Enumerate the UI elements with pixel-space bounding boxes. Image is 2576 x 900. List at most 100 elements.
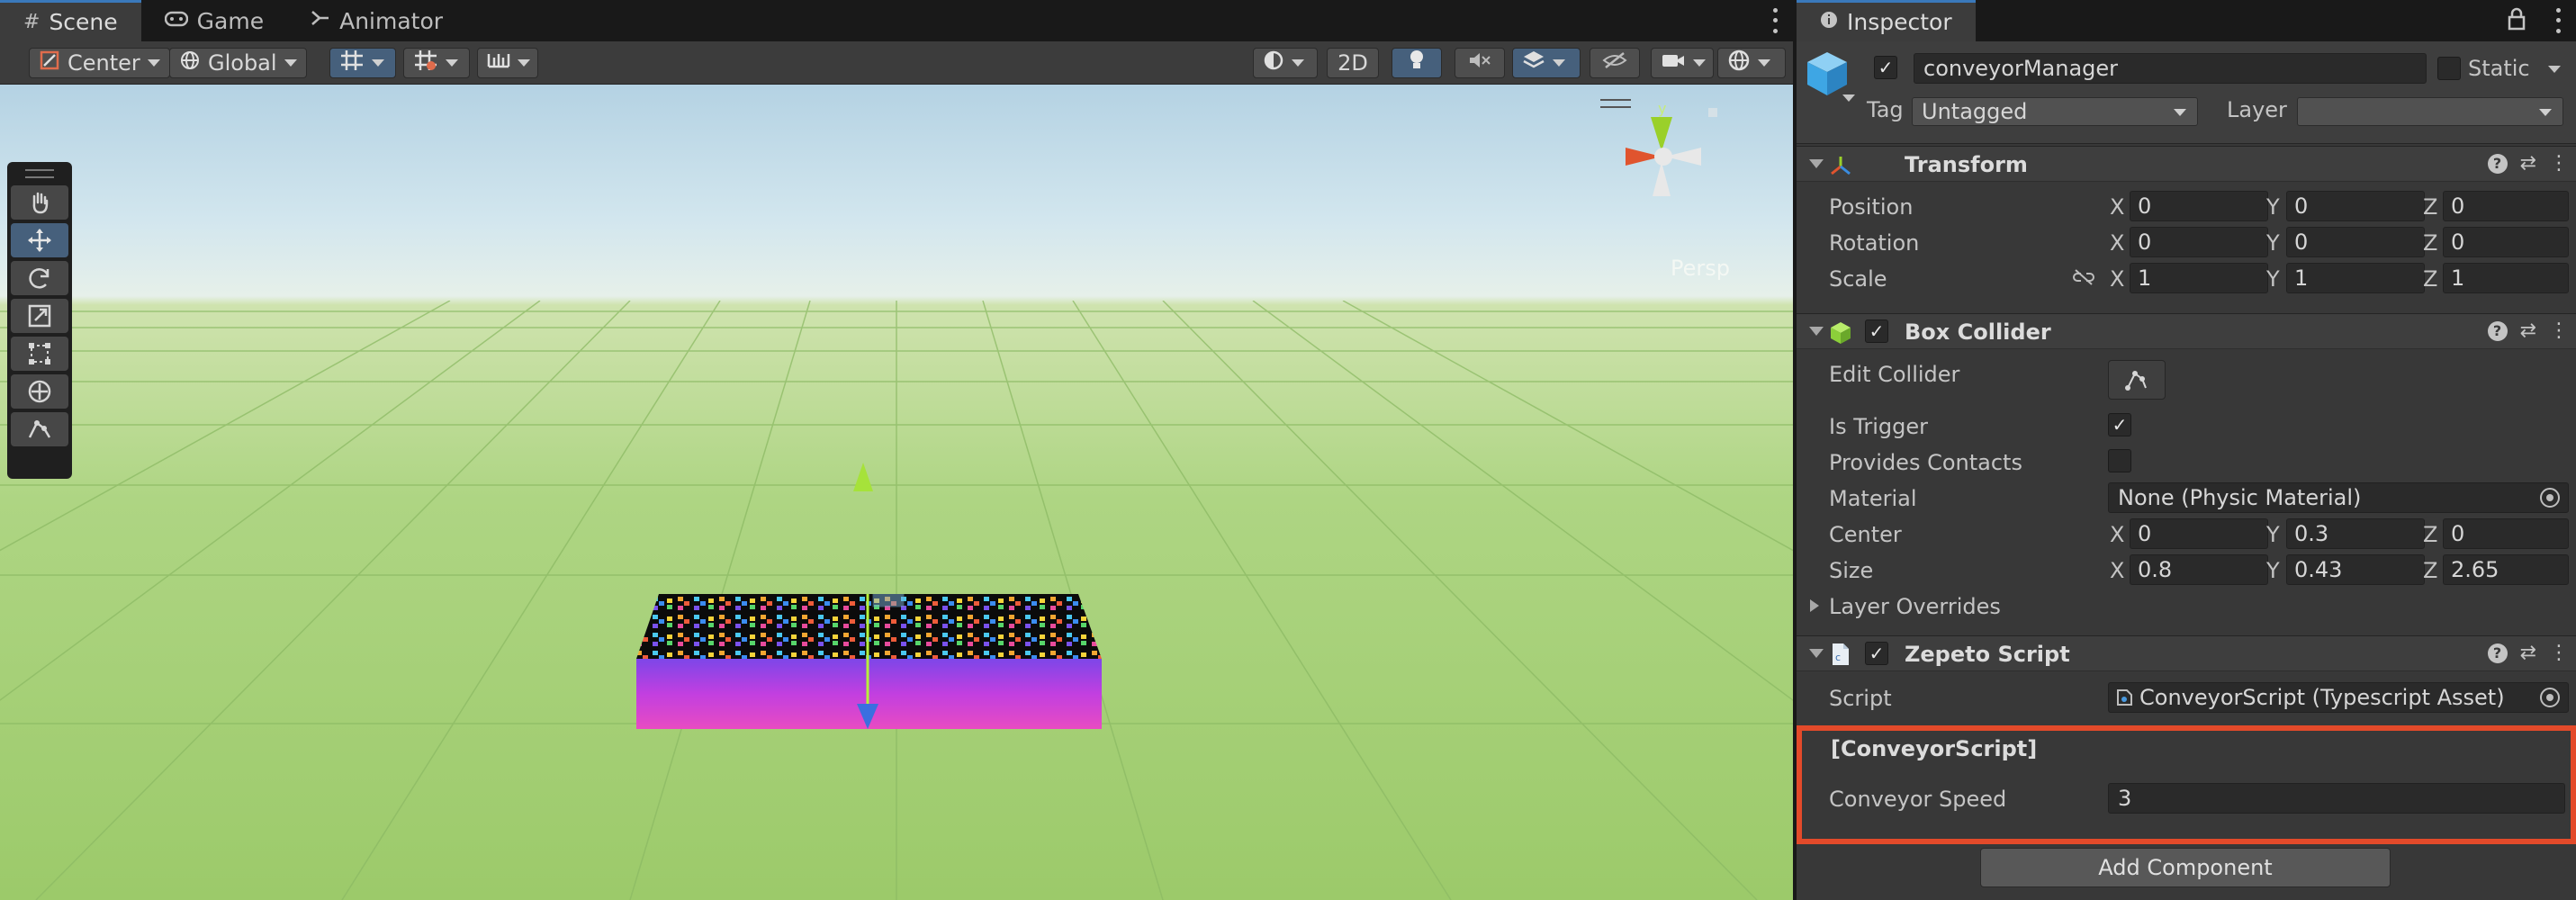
space-dropdown[interactable]: Global bbox=[169, 48, 307, 78]
transform-header[interactable]: Transform ? ⇄ ⋮ bbox=[1797, 146, 2576, 182]
conveyor-speed-label: Conveyor Speed bbox=[1829, 787, 2007, 812]
shading-mode-dropdown[interactable] bbox=[1253, 48, 1318, 78]
scale-y-field[interactable]: 1 bbox=[2286, 263, 2425, 293]
ruler-button[interactable] bbox=[477, 48, 538, 78]
zepeto-script-enabled-checkbox[interactable]: ✓ bbox=[1865, 642, 1888, 665]
gizmo-globe-icon bbox=[1727, 49, 1751, 77]
toggle-2d-button[interactable]: 2D bbox=[1327, 48, 1379, 78]
help-icon[interactable]: ? bbox=[2487, 643, 2508, 663]
size-x-field[interactable]: 0.8 bbox=[2130, 554, 2268, 585]
box-collider-header[interactable]: ✓ Box Collider ? ⇄ ⋮ bbox=[1797, 313, 2576, 349]
camera-dropdown[interactable] bbox=[1651, 48, 1714, 78]
scale-tool-button[interactable] bbox=[11, 299, 68, 333]
script-file-icon: c bbox=[1833, 644, 1849, 665]
chevron-down-icon bbox=[1758, 59, 1770, 67]
edit-collider-button[interactable] bbox=[2108, 360, 2166, 400]
object-picker-icon[interactable] bbox=[2540, 488, 2560, 508]
transform-axes-icon bbox=[1831, 157, 1851, 176]
icon-dropdown-caret[interactable] bbox=[1842, 94, 1856, 103]
presets-icon[interactable]: ⇄ bbox=[2520, 642, 2536, 664]
rotation-x-field[interactable]: 0 bbox=[2130, 227, 2268, 257]
center-y-field[interactable]: 0.3 bbox=[2286, 518, 2425, 549]
box-collider-enabled-checkbox[interactable]: ✓ bbox=[1865, 320, 1888, 343]
static-checkbox[interactable] bbox=[2437, 57, 2461, 80]
static-label: Static bbox=[2468, 56, 2530, 81]
script-field[interactable]: ConveyorScript (Typescript Asset) bbox=[2108, 682, 2569, 713]
object-name-field[interactable]: conveyorManager bbox=[1914, 53, 2427, 84]
material-field[interactable]: None (Physic Material) bbox=[2108, 482, 2569, 513]
scale-x-field[interactable]: 1 bbox=[2130, 263, 2268, 293]
tab-game[interactable]: Game bbox=[141, 0, 287, 41]
provides-contacts-checkbox[interactable] bbox=[2108, 449, 2131, 472]
move-tool-button[interactable] bbox=[11, 223, 68, 257]
presets-icon[interactable]: ⇄ bbox=[2520, 152, 2536, 175]
scene-viewport[interactable]: y Persp bbox=[0, 85, 1793, 900]
layer-overrides-foldout-icon[interactable] bbox=[1809, 598, 1820, 613]
lock-icon[interactable] bbox=[2508, 7, 2526, 36]
help-icon[interactable]: ? bbox=[2487, 320, 2508, 341]
tab-animator[interactable]: Animator bbox=[287, 0, 466, 41]
rotation-y-field[interactable]: 0 bbox=[2286, 227, 2425, 257]
view-mode-label[interactable]: Persp bbox=[1671, 256, 1730, 281]
foldout-arrow-icon[interactable] bbox=[1809, 327, 1824, 336]
position-y-field[interactable]: 0 bbox=[2286, 191, 2425, 221]
tab-inspector[interactable]: Inspector bbox=[1797, 0, 1976, 41]
layer-dropdown[interactable] bbox=[2297, 97, 2563, 126]
rotate-tool-button[interactable] bbox=[11, 261, 68, 295]
grid-snap-button[interactable] bbox=[329, 48, 396, 78]
constrain-proportions-icon[interactable] bbox=[2072, 268, 2095, 286]
tag-dropdown[interactable]: Untagged bbox=[1912, 97, 2198, 126]
increment-snap-button[interactable] bbox=[403, 48, 470, 78]
scene-more-icon[interactable] bbox=[1770, 5, 1780, 36]
zepeto-script-header[interactable]: c ✓ Zepeto Script ? ⇄ ⋮ bbox=[1797, 635, 2576, 671]
effects-dropdown[interactable] bbox=[1512, 48, 1581, 78]
center-x-field[interactable]: 0 bbox=[2130, 518, 2268, 549]
shading-sphere-icon bbox=[1263, 50, 1284, 76]
palette-grip[interactable] bbox=[25, 169, 54, 178]
transform-icon bbox=[28, 380, 51, 403]
position-x-field[interactable]: 0 bbox=[2130, 191, 2268, 221]
layer-overrides-label[interactable]: Layer Overrides bbox=[1829, 594, 2001, 619]
axis-x-label: X bbox=[2110, 558, 2125, 583]
object-picker-icon[interactable] bbox=[2540, 688, 2560, 707]
conveyor-speed-field[interactable]: 3 bbox=[2108, 783, 2565, 814]
globe-icon bbox=[179, 50, 201, 76]
tab-scene[interactable]: # Scene bbox=[0, 0, 141, 41]
axis-x-label: X bbox=[2110, 266, 2125, 292]
y-axis-handle[interactable] bbox=[850, 461, 877, 495]
orientation-gizmo[interactable]: y bbox=[1595, 103, 1748, 247]
presets-icon[interactable]: ⇄ bbox=[2520, 320, 2536, 342]
lighting-toggle[interactable] bbox=[1392, 48, 1442, 78]
inspector-more-icon[interactable] bbox=[2553, 5, 2563, 36]
pivot-dropdown[interactable]: Center bbox=[29, 48, 170, 78]
position-z-field[interactable]: 0 bbox=[2443, 191, 2569, 221]
transform-tool-button[interactable] bbox=[11, 374, 68, 409]
foldout-arrow-icon[interactable] bbox=[1809, 649, 1824, 658]
rect-tool-button[interactable] bbox=[11, 337, 68, 371]
is-trigger-checkbox[interactable]: ✓ bbox=[2108, 413, 2131, 436]
visibility-toggle[interactable] bbox=[1590, 48, 1640, 78]
chevron-down-icon bbox=[1292, 59, 1304, 67]
edit-collider-label: Edit Collider bbox=[1829, 362, 1960, 387]
component-menu-icon[interactable]: ⋮ bbox=[2549, 642, 2569, 664]
axis-y-label: Y bbox=[2266, 194, 2280, 220]
custom-tool-button[interactable] bbox=[11, 412, 68, 446]
component-menu-icon[interactable]: ⋮ bbox=[2549, 320, 2569, 342]
gizmos-dropdown[interactable] bbox=[1717, 48, 1786, 78]
hand-tool-button[interactable] bbox=[11, 185, 68, 220]
foldout-arrow-icon[interactable] bbox=[1809, 159, 1824, 168]
animator-icon bbox=[311, 9, 330, 32]
size-y-field[interactable]: 0.43 bbox=[2286, 554, 2425, 585]
scale-z-field[interactable]: 1 bbox=[2443, 263, 2569, 293]
active-checkbox[interactable]: ✓ bbox=[1874, 56, 1897, 79]
static-dropdown-caret[interactable] bbox=[2547, 65, 2562, 74]
size-z-field[interactable]: 2.65 bbox=[2443, 554, 2569, 585]
layer-label: Layer bbox=[2227, 97, 2287, 122]
center-z-field[interactable]: 0 bbox=[2443, 518, 2569, 549]
component-menu-icon[interactable]: ⋮ bbox=[2549, 152, 2569, 175]
add-component-button[interactable]: Add Component bbox=[1980, 848, 2391, 887]
audio-toggle[interactable] bbox=[1455, 48, 1505, 78]
rotation-z-field[interactable]: 0 bbox=[2443, 227, 2569, 257]
conveyor-object[interactable] bbox=[635, 594, 1106, 729]
help-icon[interactable]: ? bbox=[2487, 153, 2508, 174]
